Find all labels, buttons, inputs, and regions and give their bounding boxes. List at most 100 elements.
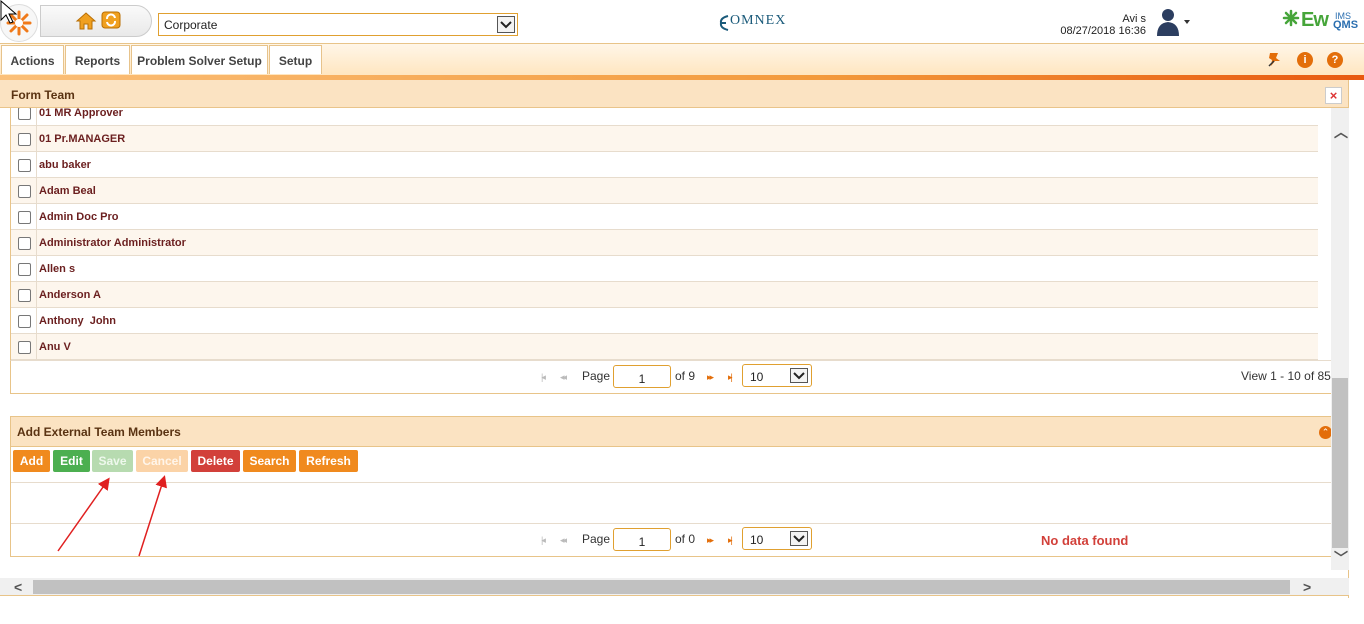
- table-row[interactable]: abu baker: [11, 152, 1318, 178]
- grid-footer-divider: [11, 523, 1332, 524]
- table-row[interactable]: 01 MR Approver: [11, 108, 1318, 126]
- company-select[interactable]: Corporate: [158, 13, 518, 36]
- table-row[interactable]: Administrator Administrator: [11, 230, 1318, 256]
- current-datetime: 08/27/2018 16:36: [1060, 25, 1146, 37]
- user-name: Avi s: [1122, 13, 1146, 25]
- tab-problem-solver-setup[interactable]: Problem Solver Setup: [131, 45, 268, 74]
- member-name: Admin Doc Pro: [39, 211, 119, 223]
- search-button[interactable]: Search: [243, 450, 296, 472]
- add-button[interactable]: Add: [13, 450, 50, 472]
- table-row[interactable]: Anthony John: [11, 308, 1318, 334]
- page-size-value: 10: [750, 370, 764, 384]
- refresh-button[interactable]: Refresh: [299, 450, 358, 472]
- row-checkbox[interactable]: [18, 133, 31, 146]
- pin-icon[interactable]: [1266, 50, 1284, 71]
- horizontal-scroll-thumb[interactable]: [33, 580, 1290, 594]
- member-name: abu baker: [39, 159, 91, 171]
- next-page-icon[interactable]: ▸▸: [707, 372, 714, 383]
- help-icon[interactable]: ?: [1327, 52, 1343, 68]
- table-row[interactable]: Admin Doc Pro: [11, 204, 1318, 230]
- table-row[interactable]: Anderson A: [11, 282, 1318, 308]
- first-page-icon[interactable]: |◂: [541, 372, 546, 383]
- row-checkbox[interactable]: [18, 263, 31, 276]
- tab-setup[interactable]: Setup: [269, 45, 322, 74]
- row-checkbox[interactable]: [18, 211, 31, 224]
- scroll-left-icon[interactable]: <: [14, 579, 22, 595]
- member-name: 01 MR Approver: [39, 108, 123, 119]
- column-divider: [36, 126, 37, 152]
- home-icon[interactable]: [75, 10, 97, 35]
- row-checkbox[interactable]: [18, 159, 31, 172]
- table-row[interactable]: Adam Beal: [11, 178, 1318, 204]
- column-divider: [36, 178, 37, 204]
- member-name: 01 Pr.MANAGER: [39, 133, 126, 145]
- page-count-label: of 0: [675, 532, 696, 546]
- scroll-down-icon[interactable]: ﹀: [1334, 548, 1348, 568]
- column-divider: [36, 230, 37, 256]
- team-members-grid: 01 MR Approver 01 Pr.MANAGER abu baker A…: [10, 108, 1318, 360]
- row-checkbox[interactable]: [18, 289, 31, 302]
- omnex-logo-text: OMNEX: [730, 13, 787, 28]
- home-refresh-box: [40, 5, 152, 37]
- scroll-right-icon[interactable]: >: [1303, 579, 1311, 595]
- row-checkbox[interactable]: [18, 315, 31, 328]
- ewqims-logo: Ew IMS QMS: [1282, 9, 1358, 31]
- row-checkbox[interactable]: [18, 237, 31, 250]
- member-name: Anu V: [39, 341, 71, 353]
- user-avatar-icon[interactable]: [1154, 7, 1194, 40]
- external-team-title: Add External Team Members: [17, 425, 181, 439]
- first-page-icon[interactable]: |◂: [541, 535, 546, 546]
- member-name: Administrator Administrator: [39, 237, 186, 249]
- ewqims-text: Ew: [1301, 9, 1329, 31]
- last-page-icon[interactable]: ▸|: [728, 372, 733, 383]
- ewqims-text-bottom: QMS: [1333, 19, 1359, 31]
- column-divider: [36, 282, 37, 308]
- menu-bar: Actions Reports Problem Solver Setup Set…: [0, 43, 1364, 75]
- page-size-select[interactable]: 10: [742, 527, 812, 550]
- grid-header-divider: [11, 482, 1332, 483]
- refresh-icon[interactable]: [101, 10, 121, 33]
- column-divider: [36, 308, 37, 334]
- column-divider: [36, 108, 37, 126]
- table-row[interactable]: Allen s: [11, 256, 1318, 282]
- row-checkbox[interactable]: [18, 341, 31, 354]
- table-row[interactable]: Anu V: [11, 334, 1318, 360]
- tab-actions[interactable]: Actions: [1, 45, 64, 74]
- page-number-input[interactable]: 1: [613, 365, 671, 388]
- info-icon[interactable]: i: [1297, 52, 1313, 68]
- row-checkbox[interactable]: [18, 108, 31, 120]
- next-page-icon[interactable]: ▸▸: [707, 535, 714, 546]
- member-name: Adam Beal: [39, 185, 96, 197]
- form-team-header: Form Team: [0, 80, 1349, 108]
- prev-page-icon[interactable]: ◂◂: [560, 535, 567, 546]
- form-team-pager: |◂ ◂◂ Page 1 of 9 ▸▸ ▸| 10 View 1 - 10 o…: [10, 360, 1332, 394]
- column-divider: [36, 152, 37, 178]
- row-checkbox[interactable]: [18, 185, 31, 198]
- chevron-down-icon[interactable]: [790, 368, 808, 383]
- page-label: Page: [582, 532, 611, 546]
- column-divider: [36, 334, 37, 360]
- edit-button[interactable]: Edit: [53, 450, 90, 472]
- app-logo[interactable]: [0, 4, 38, 42]
- page-label: Page: [582, 369, 611, 383]
- prev-page-icon[interactable]: ◂◂: [560, 372, 567, 383]
- page-size-value: 10: [750, 533, 764, 547]
- close-icon[interactable]: ×: [1325, 87, 1342, 104]
- tab-reports[interactable]: Reports: [65, 45, 130, 74]
- save-button[interactable]: Save: [92, 450, 133, 472]
- form-team-title: Form Team: [11, 88, 75, 102]
- omnex-logo: OMNEX: [718, 13, 785, 35]
- external-team-panel: Add External Team Members ⌃ Add Edit Sav…: [10, 416, 1333, 557]
- view-records-text: View 1 - 10 of 85: [1241, 369, 1331, 383]
- page-number-input[interactable]: 1: [613, 528, 671, 551]
- scroll-up-icon[interactable]: ︿: [1334, 122, 1348, 142]
- last-page-icon[interactable]: ▸|: [728, 535, 733, 546]
- company-select-value: Corporate: [164, 18, 218, 32]
- cancel-button[interactable]: Cancel: [136, 450, 188, 472]
- page-size-select[interactable]: 10: [742, 364, 812, 387]
- vertical-scroll-thumb[interactable]: [1332, 378, 1348, 548]
- table-row[interactable]: 01 Pr.MANAGER: [11, 126, 1318, 152]
- chevron-down-icon[interactable]: [497, 16, 515, 33]
- delete-button[interactable]: Delete: [191, 450, 240, 472]
- chevron-down-icon[interactable]: [790, 531, 808, 546]
